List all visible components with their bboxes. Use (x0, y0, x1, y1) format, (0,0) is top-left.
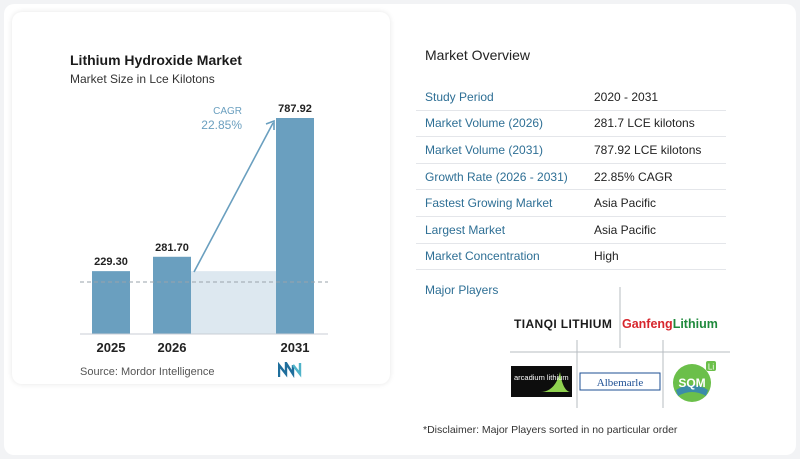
major-players-logos: TIANQI LITHIUM GanfengLithium arcadium l… (510, 287, 730, 408)
tianqi-lithium-logo: TIANQI LITHIUM (514, 317, 612, 331)
players-disclaimer: *Disclaimer: Major Players sorted in no … (423, 424, 678, 436)
sqm-logo: SQM Li (673, 361, 716, 402)
sqm-logo-text: SQM (678, 376, 705, 390)
albemarle-logo: Albemarle (579, 372, 661, 391)
albemarle-logo-text: Albemarle (597, 377, 644, 389)
arcadium-logo-text: arcadium lithium (514, 373, 569, 382)
sqm-badge-icon: Li (708, 363, 714, 372)
ganfeng-lithium-logo: GanfengLithium (622, 317, 718, 331)
arcadium-lithium-logo: arcadium lithium (511, 366, 572, 397)
